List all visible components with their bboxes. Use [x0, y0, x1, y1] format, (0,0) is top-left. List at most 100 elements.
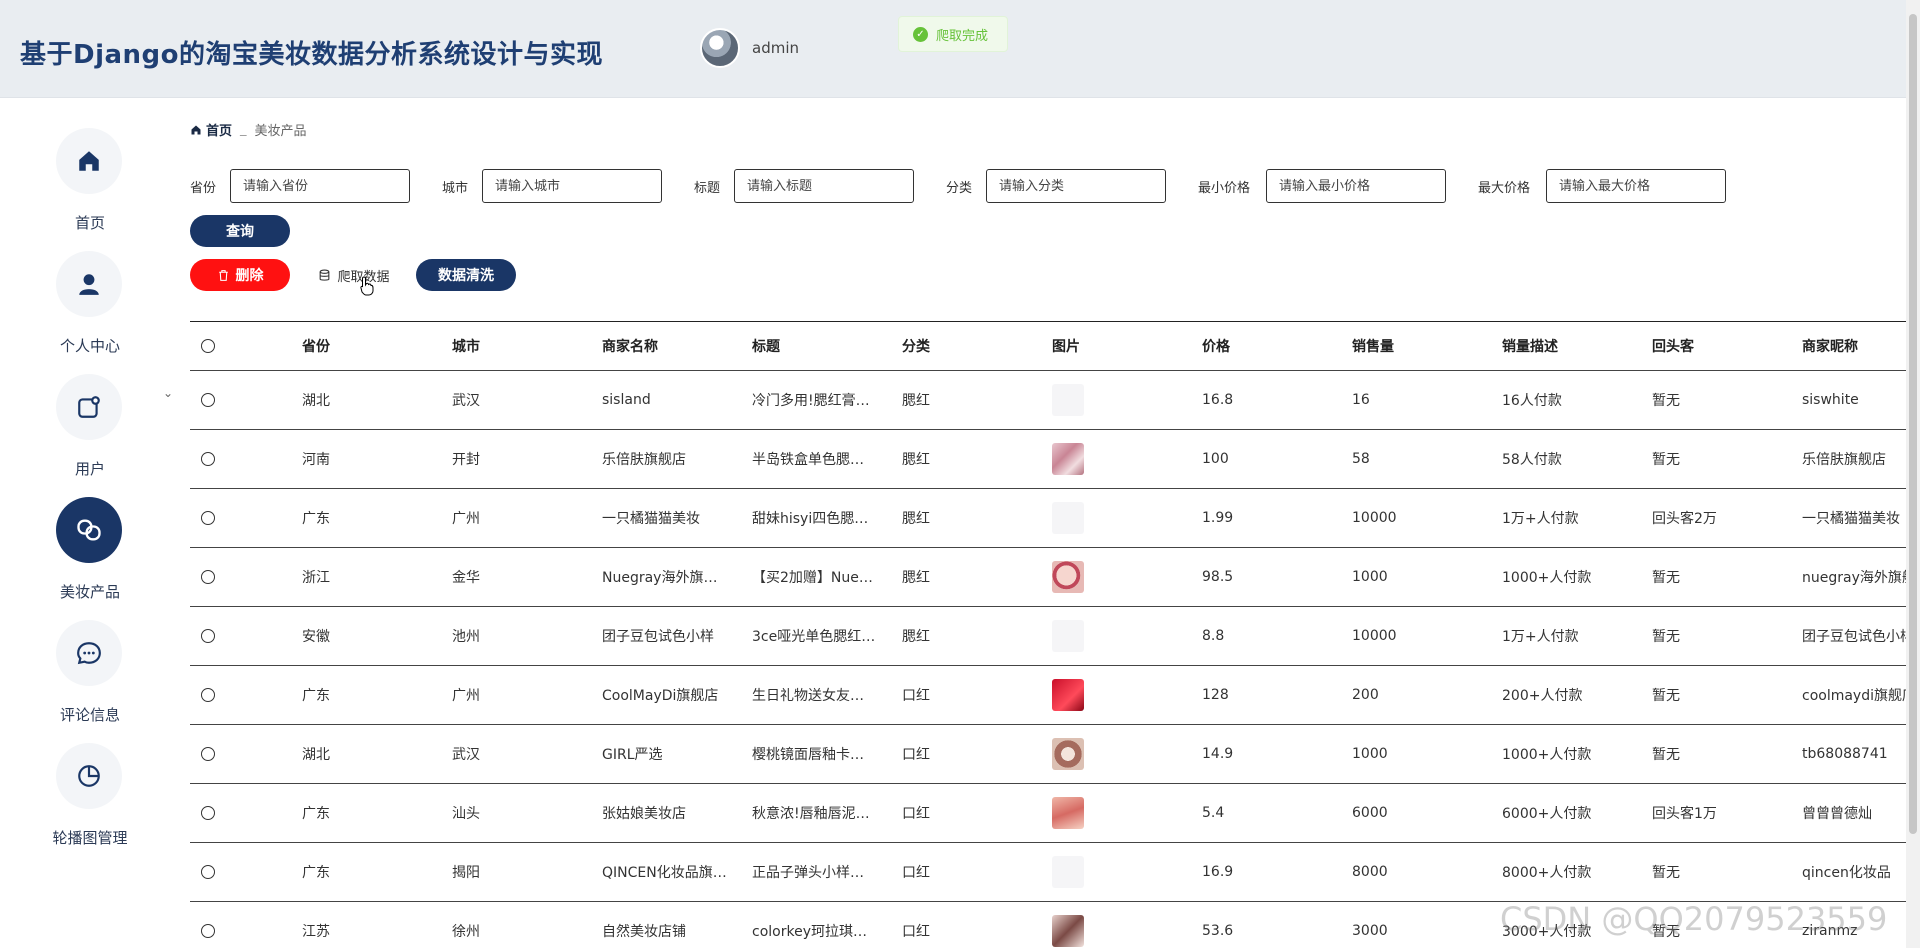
table-body: 湖北 武汉 sisland 冷门多用!腮红膏… 腮红 16.8 16 16人付款 暂无 siswh…: [190, 371, 1906, 948]
sales-cell: 200: [1352, 687, 1379, 703]
data-clean-button[interactable]: 数据清洗: [416, 259, 516, 291]
sidebar-item-home[interactable]: 首页: [0, 128, 180, 248]
filter-label: 标题: [694, 180, 721, 196]
row-select-radio[interactable]: [201, 570, 215, 584]
category-cell: 口红: [902, 924, 930, 940]
city-input[interactable]: [482, 169, 662, 203]
sales-cell: 6000: [1352, 805, 1388, 821]
table-row[interactable]: 广东 揭阳 QINCEN化妆品旗… 正品子弹头小样… 口红 16.9 8000 8000+人付…: [190, 843, 1906, 902]
product-thumbnail[interactable]: [1052, 679, 1084, 711]
row-radio-cell[interactable]: [201, 666, 215, 724]
product-thumbnail[interactable]: [1052, 502, 1084, 534]
max-price-input[interactable]: [1546, 169, 1726, 203]
title-cell: 正品子弹头小样…: [752, 865, 864, 881]
row-radio-cell[interactable]: [201, 843, 215, 901]
sales-desc-cell: 200+人付款: [1502, 688, 1583, 704]
sales-cell: 10000: [1352, 510, 1397, 526]
sidebar-item-users[interactable]: 用户: [0, 374, 180, 494]
row-radio-cell[interactable]: [201, 902, 215, 948]
table-row[interactable]: 湖北 武汉 GIRL严选 樱桃镜面唇釉卡… 口红 14.9 1000 1000+人付款 暂无 tb…: [190, 725, 1906, 784]
table-row[interactable]: 广东 广州 CoolMayDi旗舰店 生日礼物送女友… 口红 128 200 200+人付款 暂…: [190, 666, 1906, 725]
city-cell: 金华: [452, 570, 480, 586]
product-thumbnail[interactable]: [1052, 797, 1084, 829]
column-header: 回头客: [1652, 339, 1694, 355]
repeat-customer-cell: 回头客1万: [1652, 806, 1717, 822]
category-cell: 口红: [902, 688, 930, 704]
row-select-radio[interactable]: [201, 806, 215, 820]
title-input[interactable]: [734, 169, 914, 203]
row-select-radio[interactable]: [201, 629, 215, 643]
breadcrumb-current: 美妆产品: [254, 124, 307, 139]
category-cell: 腮红: [902, 629, 930, 645]
filter-label: 城市: [442, 180, 469, 196]
shop-name-cell: GIRL严选: [602, 747, 663, 763]
filter-max-price: 最大价格: [1478, 169, 1530, 203]
sales-desc-cell: 1万+人付款: [1502, 511, 1579, 527]
select-all-radio-cell[interactable]: [201, 322, 215, 370]
row-radio-cell[interactable]: [201, 371, 215, 429]
crawl-data-button[interactable]: 爬取数据: [304, 259, 404, 291]
product-thumbnail[interactable]: [1052, 561, 1084, 593]
row-select-radio[interactable]: [201, 393, 215, 407]
user-avatar[interactable]: [700, 28, 740, 68]
column-header: 价格: [1202, 339, 1230, 355]
row-select-radio[interactable]: [201, 688, 215, 702]
price-cell: 16.9: [1202, 864, 1234, 880]
repeat-customer-cell: 暂无: [1652, 688, 1680, 704]
table-row[interactable]: 广东 汕头 张姑娘美妆店 秋意浓!唇釉唇泥… 口红 5.4 6000 6000+人付款 回头客1…: [190, 784, 1906, 843]
breadcrumb-home[interactable]: 首页: [190, 120, 232, 139]
breadcrumb: 首页 _ 美妆产品: [190, 120, 307, 139]
select-all-radio[interactable]: [201, 339, 215, 353]
product-thumbnail[interactable]: [1052, 738, 1084, 770]
min-price-input[interactable]: [1266, 169, 1446, 203]
scrollbar-thumb[interactable]: [1909, 14, 1917, 834]
category-cell: 腮红: [902, 511, 930, 527]
row-radio-cell[interactable]: [201, 784, 215, 842]
trash-icon: [218, 269, 228, 281]
table-row[interactable]: 安徽 池州 团子豆包试色小样 3ce哑光单色腮红… 腮红 8.8 10000 1万+人付款 暂无…: [190, 607, 1906, 666]
filter-min-price: 最小价格: [1198, 169, 1250, 203]
product-thumbnail[interactable]: [1052, 620, 1084, 652]
page-scrollbar[interactable]: [1906, 0, 1920, 948]
image-cell: [1052, 548, 1192, 606]
link-icon: [77, 519, 101, 541]
category-input[interactable]: [986, 169, 1166, 203]
category-cell: 口红: [902, 806, 930, 822]
price-cell: 1.99: [1202, 510, 1234, 526]
product-thumbnail[interactable]: [1052, 915, 1084, 947]
row-radio-cell[interactable]: [201, 430, 215, 488]
row-select-radio[interactable]: [201, 747, 215, 761]
sidebar-item-beauty-products[interactable]: 美妆产品: [0, 497, 180, 617]
row-select-radio[interactable]: [201, 452, 215, 466]
sidebar-item-personal-center[interactable]: 个人中心: [0, 251, 180, 371]
row-select-radio[interactable]: [201, 924, 215, 938]
sidebar-item-label: 用户: [74, 460, 105, 478]
product-thumbnail[interactable]: [1052, 856, 1084, 888]
sidebar-item-carousel[interactable]: 轮播图管理: [0, 743, 180, 863]
sidebar-item-label: 评论信息: [59, 706, 120, 724]
category-cell: 腮红: [902, 393, 930, 409]
row-radio-cell[interactable]: [201, 607, 215, 665]
user-square-icon: [78, 396, 100, 418]
province-input[interactable]: [230, 169, 410, 203]
shop-nickname-cell: tb68088741: [1802, 746, 1888, 762]
product-thumbnail[interactable]: [1052, 443, 1084, 475]
breadcrumb-home-label: 首页: [206, 124, 233, 139]
table-row[interactable]: 河南 开封 乐倍肤旗舰店 半岛铁盒单色腮… 腮红 100 58 58人付款 暂无 乐倍肤旗舰店: [190, 430, 1906, 489]
row-radio-cell[interactable]: [201, 725, 215, 783]
user-name[interactable]: admin: [752, 39, 799, 57]
province-cell: 湖北: [302, 747, 330, 763]
row-radio-cell[interactable]: [201, 489, 215, 547]
row-select-radio[interactable]: [201, 511, 215, 525]
query-button[interactable]: 查询: [190, 215, 290, 247]
product-thumbnail[interactable]: [1052, 384, 1084, 416]
table-row[interactable]: 浙江 金华 Nuegray海外旗… 【买2加赠】Nue… 腮红 98.5 1000 1000+…: [190, 548, 1906, 607]
table-row[interactable]: 广东 广州 一只橘猫猫美妆 甜妹hisyi四色腮… 腮红 1.99 10000 1万+人付款 回…: [190, 489, 1906, 548]
table-row[interactable]: 湖北 武汉 sisland 冷门多用!腮红膏… 腮红 16.8 16 16人付款 暂无 siswh…: [190, 371, 1906, 430]
row-select-radio[interactable]: [201, 865, 215, 879]
delete-button[interactable]: 删除: [190, 259, 290, 291]
row-radio-cell[interactable]: [201, 548, 215, 606]
repeat-customer-cell: 暂无: [1652, 629, 1680, 645]
city-cell: 广州: [452, 688, 480, 704]
sidebar-item-comments[interactable]: 评论信息: [0, 620, 180, 740]
